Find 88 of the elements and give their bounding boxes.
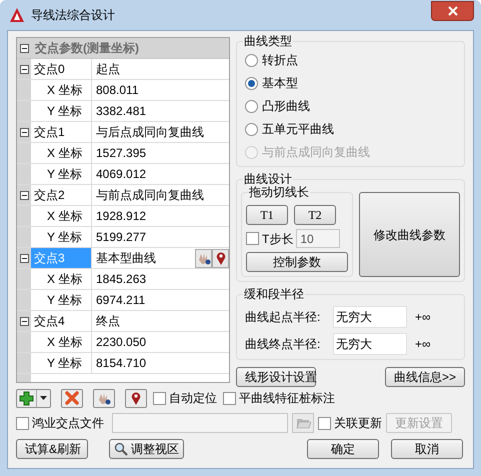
collapse-icon[interactable]	[20, 64, 28, 74]
property-name[interactable]: X 坐标	[31, 332, 92, 352]
property-value: 8154.710	[95, 355, 148, 372]
add-icon[interactable]	[17, 390, 36, 406]
checkbox[interactable]	[318, 416, 331, 430]
property-name[interactable]: Y 坐标	[31, 290, 92, 310]
property-value: 1527.395	[95, 145, 148, 162]
property-value: 5199.277	[95, 229, 148, 246]
property-value: 起点	[96, 61, 120, 78]
radio-label: 基本型	[262, 75, 298, 92]
field-label: 曲线终点半径:	[245, 336, 322, 352]
dropdown-icon[interactable]	[36, 390, 50, 406]
property-name[interactable]: 交点2	[31, 185, 92, 205]
property-value: 2230.050	[95, 334, 148, 351]
property-name[interactable]: Y 坐标	[31, 353, 92, 373]
hand-icon[interactable]	[195, 248, 212, 268]
property-name[interactable]: Y 坐标	[31, 101, 92, 121]
property-value: 1928.912	[95, 208, 148, 225]
property-name[interactable]: Y 坐标	[31, 164, 92, 184]
property-value: 1845.263	[95, 271, 148, 288]
collapse-icon[interactable]	[20, 44, 28, 52]
infinity-label: +∞	[415, 308, 431, 326]
property-value: 与后点成同向复曲线	[96, 124, 204, 141]
collapse-icon[interactable]	[20, 316, 28, 326]
property-value: 终点	[96, 313, 120, 330]
checkbox[interactable]	[153, 392, 166, 404]
checkbox-label: 自动定位	[169, 390, 217, 407]
infinity-label: +∞	[415, 336, 431, 352]
location-pin-icon[interactable]	[212, 248, 229, 268]
checkbox[interactable]	[246, 232, 259, 245]
delete-icon[interactable]	[61, 388, 83, 408]
checkbox-label: 鸿业交点文件	[32, 415, 104, 432]
property-name[interactable]: X 坐标	[31, 80, 92, 100]
radio-label: 转折点	[262, 52, 298, 69]
window-title: 导线法综合设计	[31, 7, 115, 24]
app-icon	[9, 7, 25, 23]
t-button[interactable]: T1	[246, 205, 288, 225]
control-params-button[interactable]: 控制参数	[246, 252, 348, 272]
location-pin-icon[interactable]	[125, 388, 147, 408]
property-value: 3382.481	[95, 103, 148, 120]
file-path-field[interactable]	[112, 413, 288, 433]
property-value: 基本型曲线	[96, 250, 156, 267]
radio-button[interactable]	[245, 100, 258, 112]
radio-button[interactable]	[245, 76, 258, 90]
ok-button[interactable]: 确定	[307, 439, 379, 459]
close-button[interactable]	[431, 1, 474, 21]
adjust-view-button[interactable]: 调整视区	[109, 439, 184, 459]
property-name[interactable]: Y 坐标	[31, 227, 92, 247]
radio-label: 五单元平曲线	[262, 121, 334, 138]
radius-field[interactable]: 无穷大	[333, 306, 407, 328]
close-icon	[448, 6, 458, 16]
curve-info-button[interactable]: 曲线信息>>	[385, 367, 465, 387]
radio-label: 凸形曲线	[262, 98, 310, 115]
step-field[interactable]: 10	[296, 229, 340, 248]
property-value: 与前点成同向复曲线	[96, 187, 204, 204]
property-name[interactable]: X 坐标	[31, 143, 92, 163]
property-name[interactable]: X 坐标	[31, 206, 92, 226]
line-design-settings-button[interactable]: 线形设计设置	[236, 367, 316, 387]
property-value: 4069.012	[95, 166, 148, 183]
property-name[interactable]: 交点0	[31, 59, 92, 79]
checkbox[interactable]	[16, 416, 29, 430]
group-label: 缓和段半径	[243, 286, 305, 302]
radius-field[interactable]: 无穷大	[333, 332, 407, 354]
collapse-icon[interactable]	[20, 254, 28, 262]
property-name[interactable]: X 坐标	[31, 269, 92, 289]
zoom-icon	[114, 442, 128, 456]
group-label: 拖动切线长	[248, 184, 310, 200]
field-label: 曲线起点半径:	[245, 308, 322, 326]
property-value: 808.011	[95, 82, 140, 99]
property-value: 6974.211	[95, 292, 146, 309]
checkbox-label: T步长	[262, 230, 294, 248]
checkbox-label: 平曲线特征桩标注	[239, 390, 335, 407]
radio-button[interactable]	[245, 122, 258, 136]
t-button[interactable]: T2	[294, 205, 336, 225]
property-name[interactable]: 交点4	[31, 311, 92, 331]
trial-refresh-button[interactable]: 试算&刷新	[16, 439, 88, 459]
property-name[interactable]: 交点1	[31, 122, 92, 142]
checkbox[interactable]	[223, 392, 236, 404]
radio-label: 与前点成同向复曲线	[262, 144, 370, 161]
cancel-button[interactable]: 取消	[391, 439, 463, 459]
group-label: 曲线类型	[243, 33, 293, 49]
collapse-icon[interactable]	[20, 190, 28, 200]
radio-button[interactable]	[245, 54, 258, 66]
checkbox-label: 关联更新	[334, 415, 382, 432]
modify-curve-button[interactable]: 修改曲线参数	[359, 192, 460, 277]
collapse-icon[interactable]	[20, 128, 28, 136]
hand-icon[interactable]	[93, 388, 115, 408]
category-header: 交点参数(测量坐标)	[34, 40, 139, 57]
